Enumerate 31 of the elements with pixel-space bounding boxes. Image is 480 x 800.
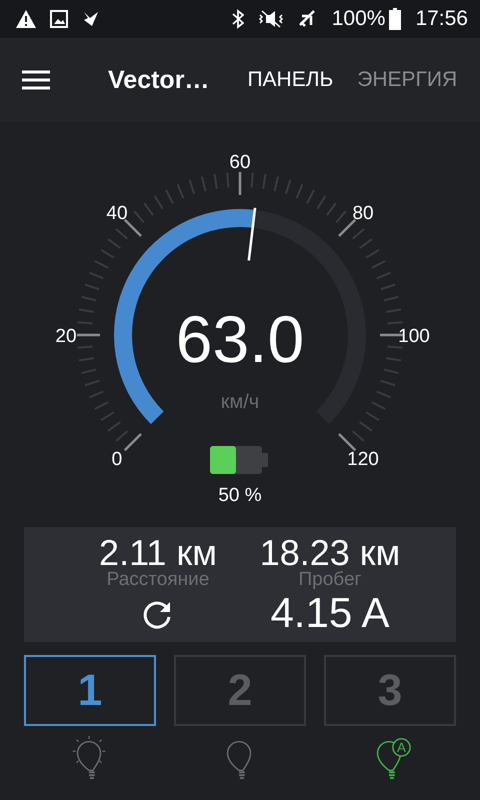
- mileage-value: 18.23 км: [260, 535, 400, 571]
- tab[interactable]: ПАНЕЛЬ: [247, 64, 334, 96]
- battery-icon: [389, 8, 402, 30]
- vibrate-mute-icon: [258, 9, 284, 29]
- distance-label: Расстояние: [106, 571, 210, 589]
- distance-value: 2.11 км: [99, 535, 217, 571]
- scale-label: 60: [229, 152, 251, 173]
- mileage-label: Пробег: [298, 571, 362, 589]
- tab[interactable]: ЭНЕРГИЯ: [357, 64, 458, 96]
- menu-button[interactable]: [22, 70, 50, 90]
- clock: 17:56: [415, 7, 468, 31]
- scale-label: 20: [55, 326, 77, 347]
- scale-label: 40: [106, 202, 128, 224]
- bluetooth-icon: [232, 9, 244, 29]
- mode-button[interactable]: 3: [324, 655, 456, 726]
- scale-label: 120: [347, 449, 379, 470]
- gauge-needle: [248, 208, 256, 261]
- mode-button[interactable]: 1: [24, 655, 156, 726]
- warning-icon: [16, 10, 36, 28]
- speed-unit: км/ч: [220, 391, 260, 413]
- scale-label: 0: [112, 449, 122, 470]
- current-value: 4.15 A: [270, 589, 390, 637]
- scale-label: 100: [398, 326, 430, 347]
- mode-button[interactable]: 2: [174, 655, 306, 726]
- scale-label: 80: [352, 202, 374, 224]
- speed-value: 63.0: [176, 302, 304, 376]
- battery-percent: 100%: [332, 7, 386, 31]
- battery-reading: 50 %: [218, 485, 262, 507]
- app-title: Vector…: [108, 66, 210, 94]
- image-icon: [50, 10, 68, 28]
- battery-gauge: [210, 445, 270, 475]
